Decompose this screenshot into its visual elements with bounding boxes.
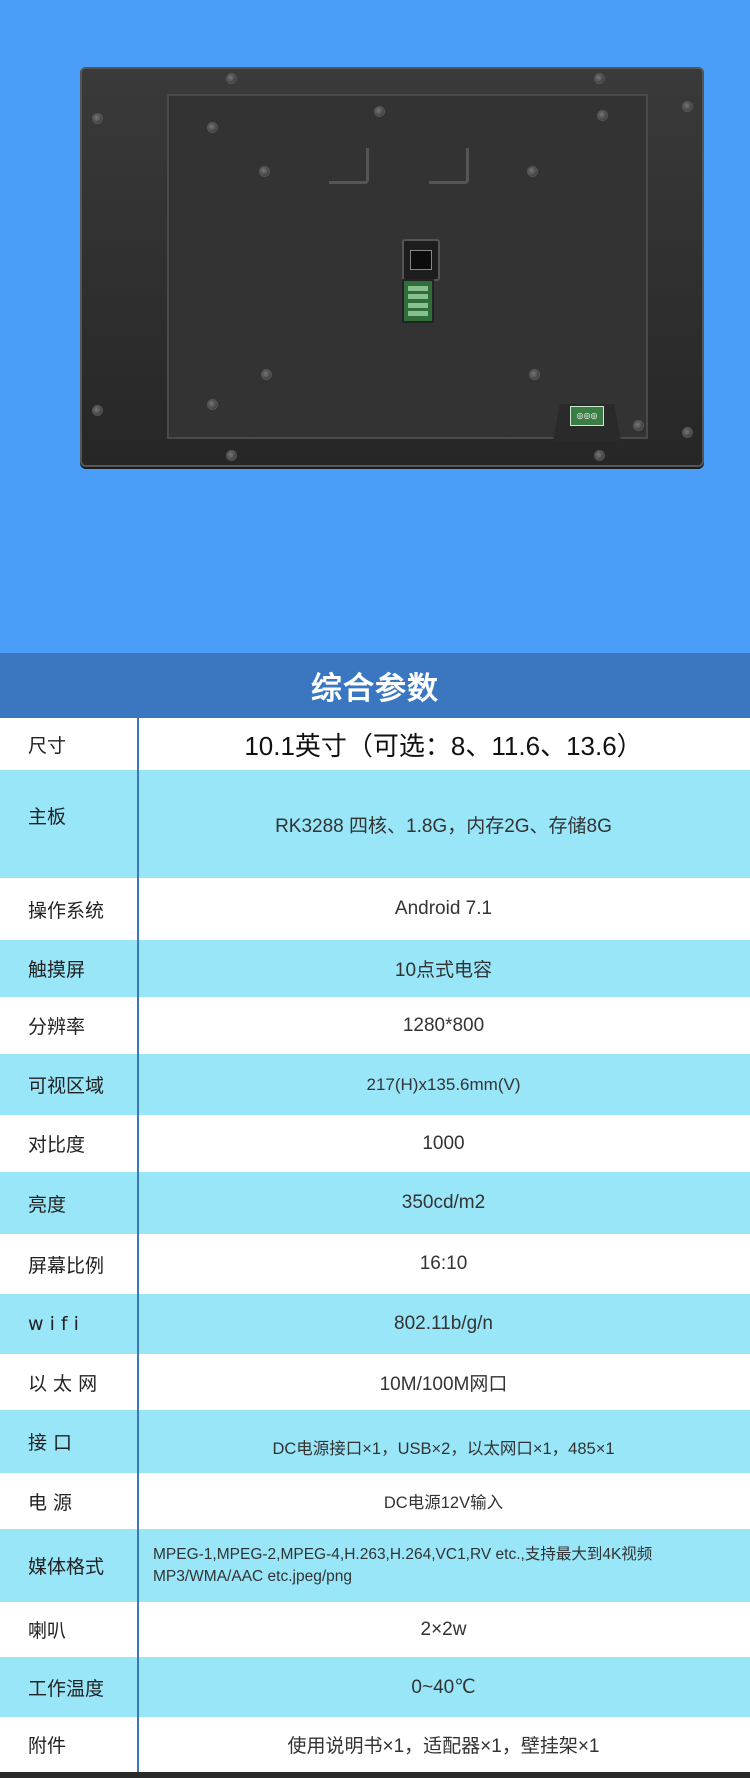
screw-icon bbox=[682, 101, 693, 112]
screw-icon bbox=[594, 73, 605, 84]
spec-value: Android 7.1 bbox=[394, 898, 493, 919]
spec-value: 0~40℃ bbox=[411, 1676, 476, 1698]
screw-icon bbox=[682, 427, 693, 438]
spec-label: 尺寸 bbox=[28, 734, 67, 757]
spec-value: 802.11b/g/n bbox=[394, 1313, 493, 1334]
screw-icon bbox=[259, 166, 270, 177]
spec-value: 217(H)x135.6mm(V) bbox=[366, 1074, 521, 1094]
spec-row-board: 主板 RK3288 四核、1.8G，内存2G、存储8G bbox=[0, 770, 750, 878]
tablet-back-panel: ◎◎◎ bbox=[80, 67, 704, 467]
spec-row-accessories: 附件 使用说明书×1，适配器×1，壁挂架×1 bbox=[0, 1717, 750, 1772]
spec-label: 分辨率 bbox=[28, 1016, 86, 1038]
spec-value: 1000 bbox=[422, 1132, 465, 1154]
spec-row-resolution: 分辨率 1280*800 bbox=[0, 997, 750, 1054]
spec-label: 电 源 bbox=[28, 1491, 73, 1514]
mount-bracket bbox=[329, 148, 369, 184]
screw-icon bbox=[594, 450, 605, 461]
spec-row-visible-area: 可视区域 217(H)x135.6mm(V) bbox=[0, 1054, 750, 1115]
spec-row-aspect: 屏幕比例 16:10 bbox=[0, 1234, 750, 1294]
spec-row-size: 尺寸 10.1英寸（可选：8、11.6、13.6） bbox=[0, 718, 750, 770]
screw-icon bbox=[226, 450, 237, 461]
spec-row-speaker: 喇叭 2×2w bbox=[0, 1602, 750, 1657]
spec-row-temperature: 工作温度 0~40℃ bbox=[0, 1657, 750, 1717]
product-hero: ◎◎◎ bbox=[0, 0, 750, 653]
spec-label: 接 口 bbox=[28, 1432, 73, 1454]
mount-bracket bbox=[429, 148, 469, 184]
section-title: 综合参数 bbox=[311, 671, 439, 707]
spec-value: 10.1英寸（可选：8、11.6、13.6） bbox=[244, 730, 643, 761]
section-title-bar: 综合参数 bbox=[0, 653, 750, 718]
screw-icon bbox=[207, 399, 218, 410]
screw-icon bbox=[633, 420, 644, 431]
spec-label: 触摸屏 bbox=[28, 959, 86, 981]
terminal-block-icon bbox=[402, 279, 434, 323]
screw-icon bbox=[261, 369, 272, 380]
bottom-edge bbox=[0, 1772, 750, 1778]
screw-icon bbox=[92, 405, 103, 416]
spec-label: w i f i bbox=[28, 1313, 79, 1335]
spec-row-ethernet: 以 太 网 10M/100M网口 bbox=[0, 1354, 750, 1410]
spec-label: 操作系统 bbox=[28, 899, 105, 922]
back-plate bbox=[167, 94, 648, 439]
spec-label: 对比度 bbox=[28, 1134, 86, 1156]
spec-row-power: 电 源 DC电源12V输入 bbox=[0, 1473, 750, 1529]
ethernet-port-icon bbox=[402, 239, 440, 281]
spec-label: 附件 bbox=[28, 1735, 67, 1757]
spec-label: 主板 bbox=[28, 806, 67, 828]
table-divider bbox=[137, 718, 139, 1773]
screw-icon bbox=[207, 122, 218, 133]
spec-value: 16:10 bbox=[419, 1253, 468, 1274]
spec-row-contrast: 对比度 1000 bbox=[0, 1115, 750, 1172]
spec-value: DC电源接口×1，USB×2，以太网口×1，485×1 bbox=[272, 1439, 615, 1458]
spec-label: 亮度 bbox=[28, 1193, 67, 1216]
screw-icon bbox=[92, 113, 103, 124]
spec-row-wifi: w i f i 802.11b/g/n bbox=[0, 1294, 750, 1354]
screw-icon bbox=[374, 106, 385, 117]
spec-value: 350cd/m2 bbox=[401, 1192, 486, 1213]
spec-label: 喇叭 bbox=[28, 1620, 67, 1642]
spec-value: 2×2w bbox=[420, 1618, 467, 1640]
screw-icon bbox=[226, 73, 237, 84]
spec-value: RK3288 四核、1.8G，内存2G、存储8G bbox=[275, 815, 612, 837]
screw-icon bbox=[529, 369, 540, 380]
spec-label: 可视区域 bbox=[28, 1075, 105, 1097]
spec-row-brightness: 亮度 350cd/m2 bbox=[0, 1172, 750, 1234]
spec-value: 使用说明书×1，适配器×1，壁挂架×1 bbox=[287, 1736, 600, 1757]
spec-label: 工作温度 bbox=[28, 1677, 105, 1700]
spec-value: MPEG-1,MPEG-2,MPEG-4,H.263,H.264,VC1,RV … bbox=[153, 1545, 653, 1585]
spec-value: 1280*800 bbox=[402, 1014, 485, 1036]
screw-icon bbox=[597, 110, 608, 121]
spec-row-touch: 触摸屏 10点式电容 bbox=[0, 940, 750, 997]
spec-value: 10M/100M网口 bbox=[379, 1373, 508, 1395]
spec-value: 10点式电容 bbox=[394, 960, 493, 981]
screw-icon bbox=[527, 166, 538, 177]
spec-row-os: 操作系统 Android 7.1 bbox=[0, 878, 750, 940]
spec-label: 屏幕比例 bbox=[28, 1254, 105, 1277]
spec-label: 以 太 网 bbox=[28, 1372, 98, 1395]
spec-row-interface: 接 口 DC电源接口×1，USB×2，以太网口×1，485×1 bbox=[0, 1410, 750, 1473]
spec-row-media: 媒体格式 MPEG-1,MPEG-2,MPEG-4,H.263,H.264,VC… bbox=[0, 1529, 750, 1602]
spec-value: DC电源12V输入 bbox=[383, 1494, 504, 1512]
power-connector-icon: ◎◎◎ bbox=[570, 406, 604, 426]
spec-label: 媒体格式 bbox=[28, 1556, 105, 1578]
